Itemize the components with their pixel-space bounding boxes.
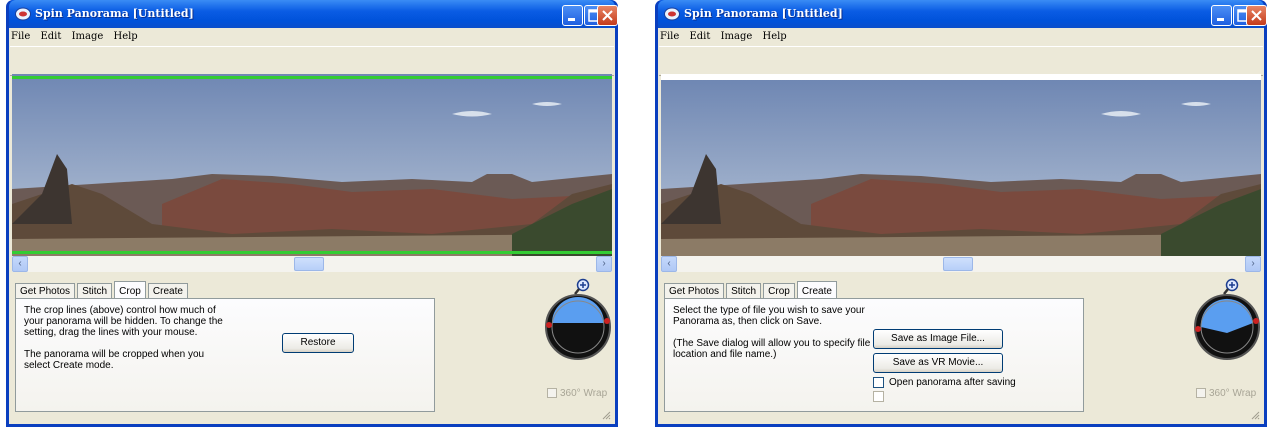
create-instruction-1: Select the type of file you wish to save… [673,305,865,327]
scroll-left-button[interactable]: ‹ [661,256,677,272]
minimize-icon [568,18,575,21]
panorama-image [12,74,612,256]
mode-tabs: Get Photos Stitch Crop Create [15,280,188,300]
panorama-view[interactable] [12,74,612,256]
menu-edit[interactable]: Edit [689,31,710,42]
tab-get-photos[interactable]: Get Photos [664,283,725,299]
resize-grip-icon[interactable] [1250,410,1260,420]
menu-help[interactable]: Help [762,31,786,42]
close-icon [602,10,613,21]
mode-tabs: Get Photos Stitch Crop Create [664,280,837,300]
wrap-label: 360° Wrap [1209,388,1257,399]
menu-edit[interactable]: Edit [40,31,61,42]
client-area: File Edit Image Help ‹ › Get Photos Stit… [658,28,1264,424]
window-title: Spin Panorama [Untitled] [35,7,194,20]
menu-file[interactable]: File [11,31,30,42]
title-bar[interactable]: Spin Panorama [Untitled] [9,0,615,28]
create-instruction-2: (The Save dialog will allow you to speci… [673,338,871,360]
title-bar[interactable]: Spin Panorama [Untitled] [658,0,1264,28]
menu-help[interactable]: Help [113,31,137,42]
tab-crop[interactable]: Crop [763,283,795,299]
menu-image[interactable]: Image [72,31,104,42]
panorama-image [661,74,1261,256]
control-area: Get Photos Stitch Crop Create Select the… [658,272,1264,424]
minimize-icon [1217,18,1224,21]
wrap-label: 360° Wrap [560,388,608,399]
crop-instruction-1: The crop lines (above) control how much … [24,305,223,338]
app-icon [664,7,680,21]
horizontal-scrollbar[interactable]: ‹ › [661,256,1261,272]
close-button[interactable] [1246,5,1267,26]
menu-bar: File Edit Image Help [11,31,145,47]
scroll-left-button[interactable]: ‹ [12,256,28,272]
tab-create[interactable]: Create [147,283,188,299]
open-after-saving-label: Open panorama after saving [889,377,1016,389]
tab-stitch[interactable]: Stitch [726,283,762,299]
client-area: File Edit Image Help ‹ › Get Photos Stit… [9,28,615,424]
tab-stitch[interactable]: Stitch [77,283,113,299]
minimize-button[interactable] [562,5,583,26]
wrap-checkbox[interactable] [1196,388,1206,399]
close-icon [1251,10,1262,21]
app-icon [15,7,31,21]
wrap-option: 360° Wrap [547,388,607,399]
toolbar-area [10,46,614,76]
close-button[interactable] [597,5,618,26]
wrap-option: 360° Wrap [1196,388,1256,399]
open-after-saving-option: Open panorama after saving [873,377,1016,388]
tab-get-photos[interactable]: Get Photos [15,283,76,299]
crop-panel: The crop lines (above) control how much … [15,298,435,412]
toolbar-area [659,46,1263,76]
window-crop-mode: Spin Panorama [Untitled] File Edit Image… [6,0,618,427]
compass-dial-icon[interactable] [544,293,612,361]
resize-grip-icon[interactable] [601,410,611,420]
crop-line-top[interactable] [12,76,612,79]
create-panel: Select the type of file you wish to save… [664,298,1084,412]
wrap-checkbox[interactable] [547,388,557,399]
restore-button[interactable]: Restore [282,333,354,353]
create-instructions: Select the type of file you wish to save… [673,305,873,371]
disabled-checkbox [873,391,884,402]
window-title: Spin Panorama [Untitled] [684,7,843,20]
crop-instructions: The crop lines (above) control how much … [24,305,224,382]
menu-bar: File Edit Image Help [660,31,794,47]
window-create-mode: Spin Panorama [Untitled] File Edit Image… [655,0,1267,427]
scroll-thumb[interactable] [943,257,973,271]
menu-file[interactable]: File [660,31,679,42]
disabled-option [873,391,889,402]
save-image-file-button[interactable]: Save as Image File... [873,329,1003,349]
crop-instruction-2: The panorama will be cropped when you se… [24,349,205,371]
horizontal-scrollbar[interactable]: ‹ › [12,256,612,272]
minimize-button[interactable] [1211,5,1232,26]
crop-line-bottom[interactable] [12,251,612,254]
menu-image[interactable]: Image [721,31,753,42]
panorama-view[interactable] [661,74,1261,256]
scroll-right-button[interactable]: › [596,256,612,272]
open-after-saving-checkbox[interactable] [873,377,884,388]
scroll-thumb[interactable] [294,257,324,271]
control-area: Get Photos Stitch Crop Create The crop l… [9,272,615,424]
compass-dial-icon[interactable] [1193,293,1261,361]
save-vr-movie-button[interactable]: Save as VR Movie... [873,353,1003,373]
scroll-right-button[interactable]: › [1245,256,1261,272]
